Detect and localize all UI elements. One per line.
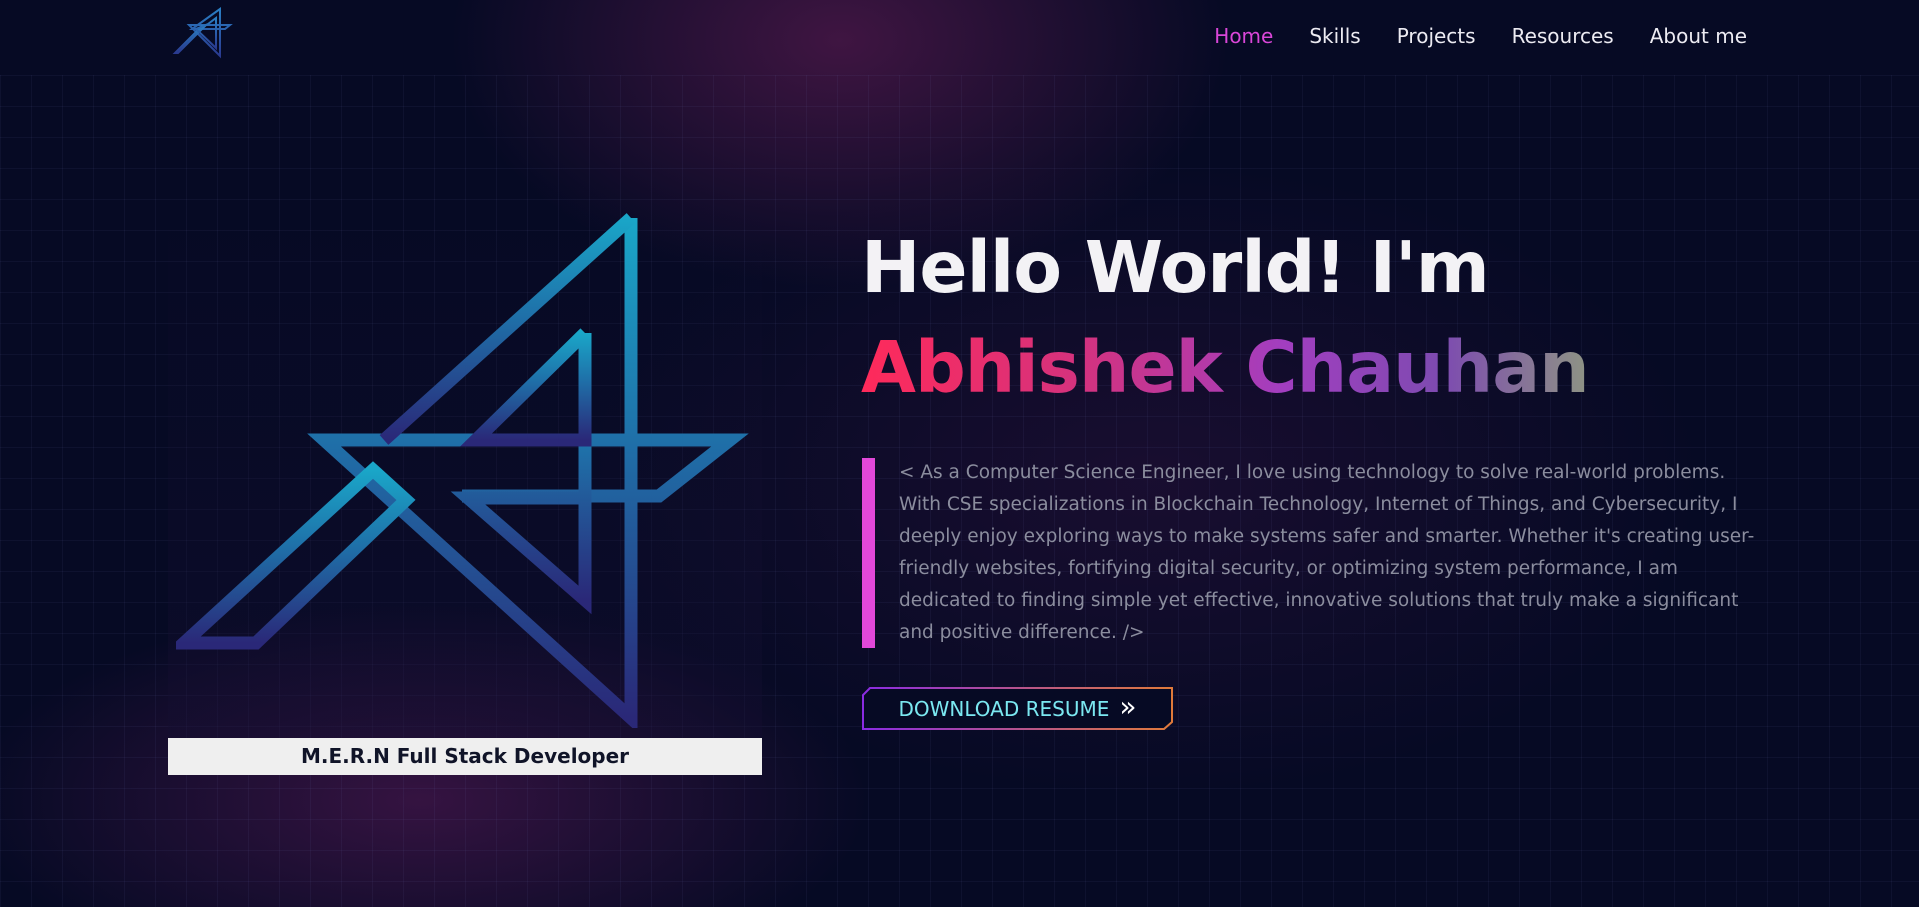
nav-resources[interactable]: Resources: [1512, 24, 1614, 48]
download-resume-label: DOWNLOAD RESUME: [898, 696, 1110, 721]
nav-links: Home Skills Projects Resources About me: [1214, 24, 1747, 48]
site-logo-icon[interactable]: [172, 6, 236, 60]
nav-home[interactable]: Home: [1214, 24, 1273, 48]
role-banner: M.E.R.N Full Stack Developer: [168, 738, 762, 775]
page: Home Skills Projects Resources About me: [0, 0, 1919, 907]
bio-paragraph: < As a Computer Science Engineer, I love…: [899, 462, 1755, 643]
download-resume-button[interactable]: DOWNLOAD RESUME »: [862, 687, 1173, 730]
download-resume-label-wrap: DOWNLOAD RESUME »: [862, 687, 1173, 730]
nav-projects[interactable]: Projects: [1397, 24, 1476, 48]
nav-about-me[interactable]: About me: [1650, 24, 1747, 48]
bio-accent-bar: [862, 458, 875, 648]
nav-skills[interactable]: Skills: [1309, 24, 1360, 48]
navbar: Home Skills Projects Resources About me: [0, 0, 1919, 75]
greeting-heading: Hello World! I'm: [861, 226, 1490, 309]
name-heading: Abhishek Chauhan: [861, 326, 1590, 409]
hero-logo-icon: [167, 208, 754, 733]
double-chevron-right-icon: »: [1119, 689, 1137, 723]
